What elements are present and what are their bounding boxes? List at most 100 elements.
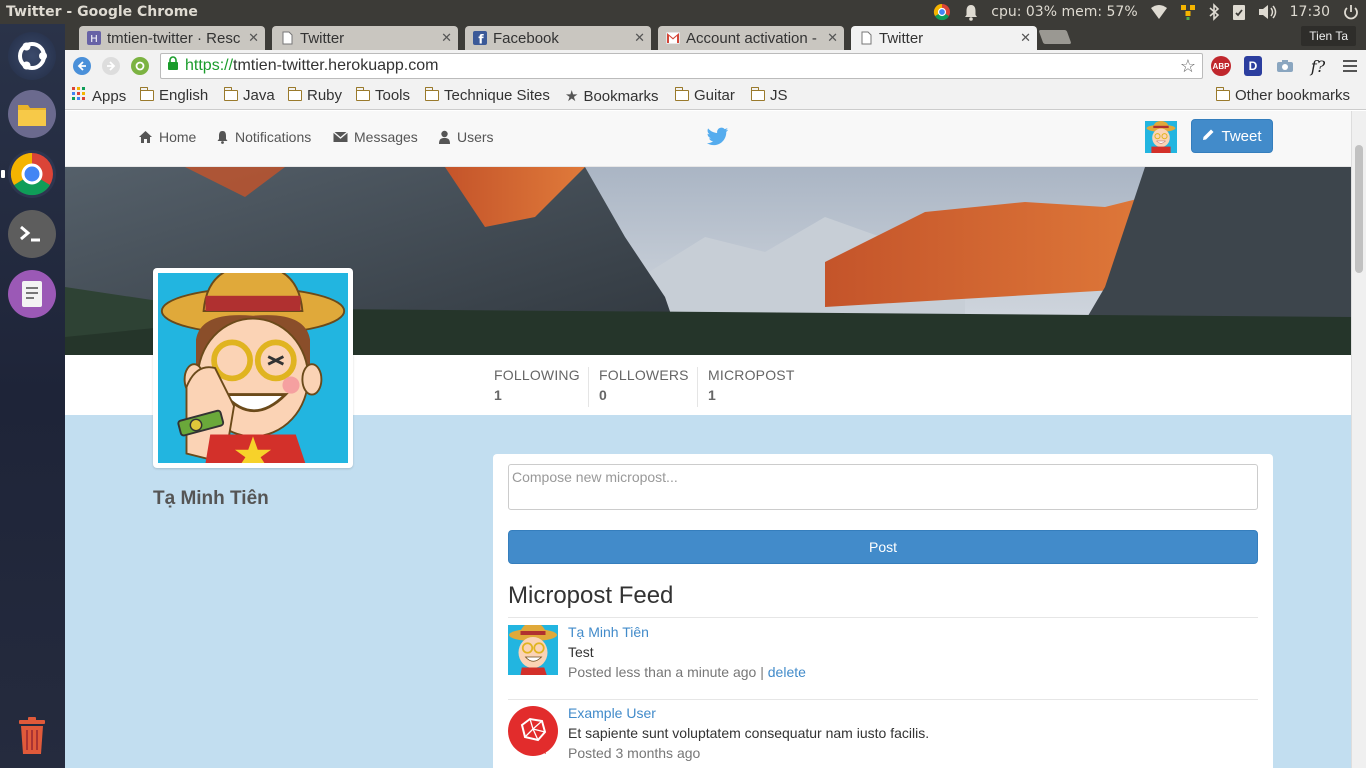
bookmark-tools[interactable]: Tools [355, 87, 411, 104]
bluetooth-icon[interactable] [1202, 0, 1226, 24]
post-meta: Posted less than a minute ago | delete [568, 664, 806, 680]
stat-label: FOLLOWERS [599, 367, 689, 383]
wifi-icon[interactable] [1144, 0, 1174, 24]
close-icon[interactable]: ✕ [248, 30, 259, 46]
tab-label: Facebook [493, 29, 559, 47]
indicator-area: cpu: 03% mem: 57% 17:30 [927, 0, 1366, 24]
bookmark-english[interactable]: English [139, 87, 209, 104]
post-button[interactable]: Post [508, 530, 1258, 564]
folder-icon [1215, 87, 1230, 101]
forward-button[interactable] [102, 57, 120, 75]
bookmark-label: Technique Sites [444, 87, 550, 104]
nav-users-label: Users [457, 129, 494, 145]
tab-twitter-1[interactable]: Twitter ✕ [272, 26, 458, 50]
post-avatar[interactable] [508, 625, 558, 675]
bookmark-ruby[interactable]: Ruby [287, 87, 343, 104]
cpu-mem-indicator[interactable]: cpu: 03% mem: 57% [985, 0, 1143, 24]
folder-icon [674, 87, 689, 101]
tab-heroku[interactable]: H tmtien-twitter · Resc ✕ [79, 26, 265, 50]
gmail-icon [666, 31, 680, 45]
folder-icon [223, 87, 238, 101]
bookmark-other[interactable]: Other bookmarks [1215, 87, 1350, 104]
extension-d-icon[interactable]: D [1244, 56, 1262, 76]
twitter-bird-icon[interactable] [706, 127, 729, 149]
post-author[interactable]: Tạ Minh Tiên [568, 624, 649, 640]
scrollbar-thumb[interactable] [1355, 145, 1363, 273]
svg-text:H: H [90, 34, 98, 45]
nav-notifications[interactable]: Notifications [216, 129, 311, 145]
bookmark-label: Ruby [307, 87, 343, 104]
tweet-button[interactable]: Tweet [1191, 119, 1273, 153]
stat-value: 1 [494, 387, 502, 403]
post-content: Et sapiente sunt voluptatem consequatur … [568, 725, 930, 741]
extension-fq-icon[interactable]: f? [1307, 56, 1329, 76]
ubuntu-dash-icon[interactable] [8, 32, 56, 80]
folder-icon [139, 87, 154, 101]
address-bar[interactable]: https:// tmtien-twitter.herokuapp.com ☆ [160, 53, 1203, 79]
bookmark-guitar[interactable]: Guitar [674, 87, 735, 104]
bookmark-bookmarks[interactable]: ★ Bookmarks [565, 87, 658, 106]
bookmark-label: English [159, 87, 209, 104]
close-icon[interactable]: ✕ [634, 30, 645, 46]
svg-text:f: f [478, 33, 484, 46]
back-button[interactable] [73, 57, 91, 75]
camera-icon[interactable] [1275, 56, 1295, 76]
bookmark-java[interactable]: Java [223, 87, 275, 104]
chrome-icon[interactable] [927, 0, 957, 24]
bookmark-apps[interactable]: Apps [72, 87, 126, 105]
reload-button[interactable] [131, 57, 149, 75]
stat-micropost[interactable]: MICROPOST 1 [708, 367, 818, 407]
post-avatar[interactable] [508, 706, 558, 756]
tab-gmail[interactable]: Account activation - ✕ [658, 26, 844, 50]
menu-icon[interactable] [1341, 56, 1359, 76]
window-title: Twitter - Google Chrome [6, 4, 198, 20]
tab-label: tmtien-twitter · Resc [107, 29, 241, 47]
adblock-icon[interactable]: ABP [1211, 56, 1231, 76]
bookmark-star-icon[interactable]: ☆ [1180, 56, 1196, 77]
post-timestamp: Posted 3 months ago [568, 745, 701, 761]
close-icon[interactable]: ✕ [441, 30, 452, 46]
terminal-icon[interactable] [8, 210, 56, 258]
text-editor-icon[interactable] [8, 270, 56, 318]
network-icon[interactable] [1174, 0, 1202, 24]
list-item: Example User Et sapiente sunt voluptatem… [508, 699, 1258, 768]
clock[interactable]: 17:30 [1284, 0, 1336, 24]
post-author[interactable]: Example User [568, 705, 656, 721]
close-icon[interactable]: ✕ [827, 30, 838, 46]
bookmark-label: Java [243, 87, 275, 104]
profile-button[interactable]: Tien Ta [1301, 26, 1356, 46]
files-icon[interactable] [8, 90, 56, 138]
heroku-icon: H [87, 31, 101, 45]
stat-following[interactable]: FOLLOWING 1 [494, 367, 589, 407]
meta-separator: | [756, 664, 768, 680]
tab-twitter-active[interactable]: Twitter ✕ [851, 26, 1037, 50]
bookmark-label: Tools [375, 87, 411, 104]
close-icon[interactable]: ✕ [1020, 30, 1031, 46]
volume-icon[interactable] [1252, 0, 1284, 24]
stat-followers[interactable]: FOLLOWERS 0 [599, 367, 698, 407]
browser-toolbar: https:// tmtien-twitter.herokuapp.com ☆ … [65, 50, 1366, 82]
nav-avatar[interactable] [1145, 121, 1177, 153]
nav-users[interactable]: Users [438, 129, 494, 145]
nav-messages[interactable]: Messages [333, 129, 418, 145]
tab-label: Account activation - [686, 29, 817, 47]
profile-avatar-card [153, 264, 353, 468]
profile-avatar[interactable] [158, 264, 348, 465]
nav-home[interactable]: Home [138, 129, 196, 145]
site-navbar: Home Notifications Messages Users Tweet [65, 111, 1351, 167]
tab-label: Twitter [300, 29, 345, 47]
clipboard-icon[interactable] [1226, 0, 1252, 24]
bell-icon[interactable] [957, 0, 985, 24]
delete-link[interactable]: delete [768, 664, 806, 680]
chrome-icon[interactable] [8, 150, 56, 198]
url-host: tmtien-twitter.herokuapp.com [233, 57, 439, 74]
tab-facebook[interactable]: f Facebook ✕ [465, 26, 651, 50]
micropost-input[interactable] [508, 464, 1258, 510]
new-tab-button[interactable] [1038, 30, 1072, 44]
bookmark-js[interactable]: JS [750, 87, 788, 104]
lock-icon [167, 56, 179, 76]
bookmark-technique-sites[interactable]: Technique Sites [424, 87, 550, 104]
page-scrollbar[interactable] [1351, 111, 1366, 768]
power-icon[interactable] [1336, 0, 1366, 24]
trash-icon[interactable] [8, 712, 56, 760]
